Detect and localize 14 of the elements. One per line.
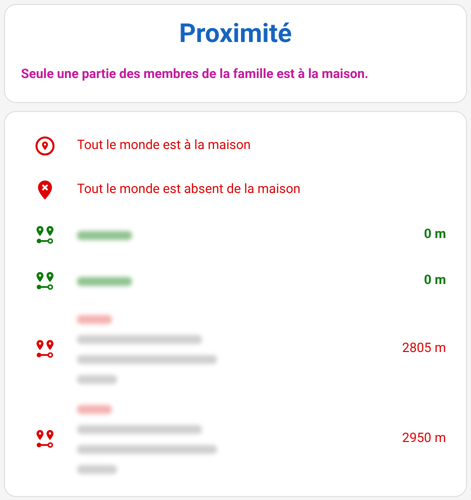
status-label: Tout le monde est à la maison — [77, 137, 252, 156]
two-pins-icon — [35, 429, 55, 449]
two-pins-icon — [35, 271, 55, 291]
two-pins-icon — [35, 339, 55, 359]
status-message: Seule une partie des membres de la famille est à la maison. — [21, 66, 370, 84]
pin-cross-icon — [37, 180, 53, 200]
two-pins-icon — [35, 225, 55, 245]
distance-value: 2950 m — [402, 430, 447, 448]
distance-value: 0 m — [424, 226, 447, 244]
status-label: Tout le monde est absent de la maison — [77, 181, 302, 200]
distance-value: 0 m — [424, 272, 447, 290]
distance-value: 2805 m — [402, 340, 447, 358]
target-pin-icon — [35, 136, 55, 156]
card-title: Proximité — [178, 18, 293, 51]
